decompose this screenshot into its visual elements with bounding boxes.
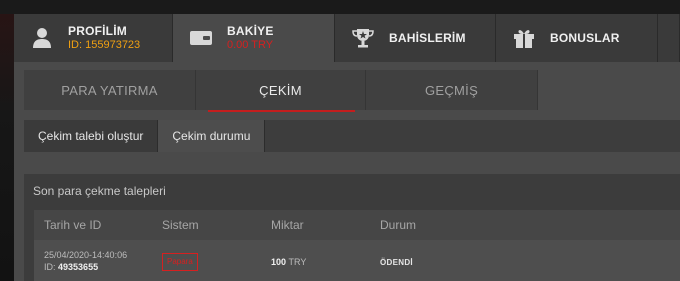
gift-icon <box>512 26 536 50</box>
cell-amount: 100 TRY <box>261 252 370 270</box>
wallet-icon <box>189 26 213 50</box>
row-amount: 100 TRY <box>271 257 306 267</box>
tab-withdraw-label: ÇEKİM <box>259 82 302 98</box>
sub-tabs-filler <box>538 70 680 110</box>
tab-bets[interactable]: BAHİSLERİM <box>335 14 496 62</box>
withdrawal-requests-box: Son para çekme talepleri Tarih ve ID Sis… <box>24 174 680 281</box>
row-id: ID: 49353655 <box>44 261 152 273</box>
balance-sub-tabs: PARA YATIRMA ÇEKİM GEÇMİŞ <box>24 70 680 112</box>
active-tab-underline <box>208 110 355 112</box>
balance-panel: PARA YATIRMA ÇEKİM GEÇMİŞ Çekim talebi o… <box>14 62 680 281</box>
header-system: Sistem <box>162 218 199 232</box>
profile-title: PROFİLİM <box>68 24 127 38</box>
row-amount-value: 100 <box>271 256 287 267</box>
row-status: ÖDENDİ <box>380 257 413 267</box>
tab-history[interactable]: GEÇMİŞ <box>366 70 538 110</box>
bets-title: BAHİSLERİM <box>389 31 466 45</box>
tab-deposit[interactable]: PARA YATIRMA <box>24 70 196 110</box>
tab-create-withdrawal[interactable]: Çekim talebi oluştur <box>24 120 159 152</box>
cell-status: ÖDENDİ <box>370 252 680 270</box>
tab-profile[interactable]: PROFİLİM ID: 155973723 <box>14 14 173 62</box>
table-row: 25/04/2020-14:40:06 ID: 49353655 Papara … <box>34 240 680 281</box>
table-header: Tarih ve ID Sistem Miktar Durum <box>34 210 680 240</box>
row-id-value: 49353655 <box>58 261 99 272</box>
tab-bonus[interactable]: BONUSLAR <box>496 14 658 62</box>
row-date: 25/04/2020-14:40:06 <box>44 249 128 260</box>
cell-system: Papara <box>152 251 261 271</box>
background-top <box>0 0 680 14</box>
withdraw-section-tabs: Çekim talebi oluştur Çekim durumu <box>24 120 680 152</box>
tab-extra[interactable] <box>658 14 680 62</box>
tab-withdraw[interactable]: ÇEKİM <box>196 70 366 112</box>
trophy-icon <box>351 26 375 50</box>
balance-amount: 0.00 TRY <box>227 39 274 51</box>
cell-date-id: 25/04/2020-14:40:06 ID: 49353655 <box>34 249 152 273</box>
row-currency: TRY <box>288 256 307 267</box>
tab-withdrawal-status[interactable]: Çekim durumu <box>158 120 266 152</box>
header-date-id: Tarih ve ID <box>44 218 102 232</box>
user-icon <box>30 26 54 50</box>
tab-balance[interactable]: BAKİYE 0.00 TRY <box>173 14 335 62</box>
payment-system-badge: Papara <box>162 252 198 271</box>
account-top-tabs: PROFİLİM ID: 155973723 BAKİYE 0.00 TRY B… <box>14 14 680 62</box>
header-amount: Miktar <box>271 218 304 232</box>
list-title: Son para çekme talepleri <box>33 184 166 198</box>
profile-id: ID: 155973723 <box>68 39 141 51</box>
balance-title: BAKİYE <box>227 24 274 38</box>
bonus-title: BONUSLAR <box>550 31 620 45</box>
row-id-label: ID: <box>44 261 56 272</box>
header-status: Durum <box>380 218 417 232</box>
